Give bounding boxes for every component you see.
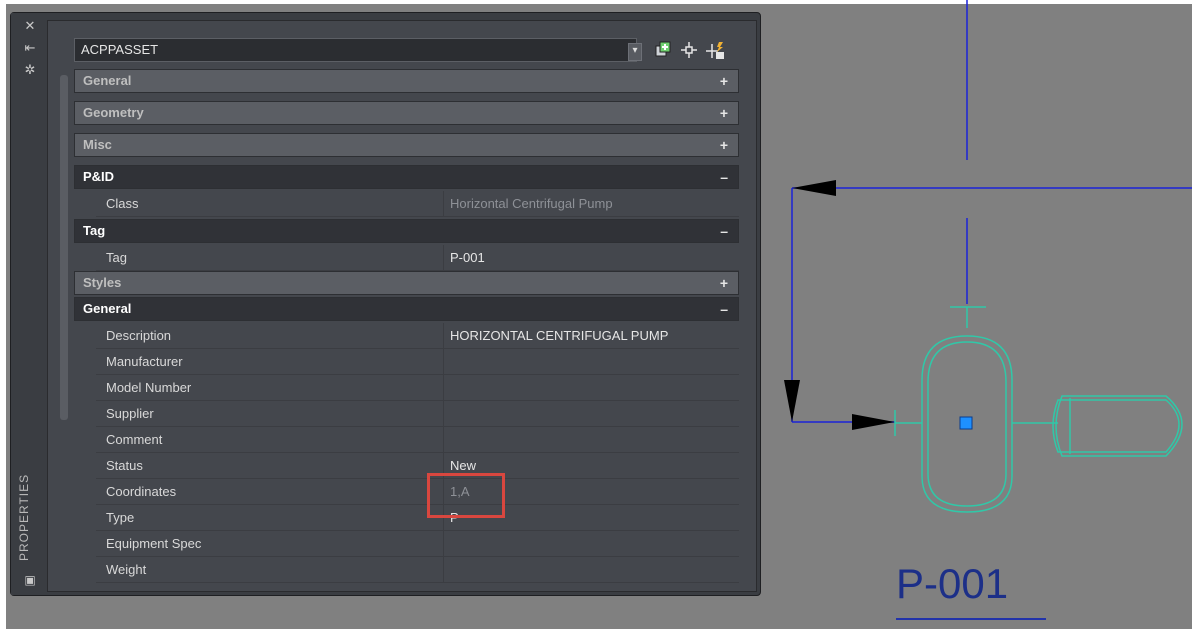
highlight-box (427, 473, 505, 518)
palette-title: PROPERTIES (17, 473, 31, 561)
property-name: Equipment Spec (96, 531, 443, 557)
property-row-weight[interactable]: Weight (74, 557, 739, 583)
property-name: Description (96, 323, 443, 349)
property-name: Model Number (96, 375, 443, 401)
category-label: General (83, 301, 132, 316)
property-row-equipment-spec[interactable]: Equipment Spec (74, 531, 739, 557)
property-value[interactable] (443, 427, 739, 453)
close-icon[interactable]: ✕ (23, 19, 37, 33)
category-label: Misc (83, 137, 112, 152)
flow-arrows (784, 180, 895, 430)
property-row-status[interactable]: Status New (74, 453, 739, 479)
category-label: Tag (83, 223, 106, 238)
category-pid[interactable]: P&ID – (74, 165, 739, 189)
property-name: Status (96, 453, 443, 479)
category-misc[interactable]: Misc + (74, 133, 739, 157)
expand-icon[interactable]: + (720, 70, 728, 92)
expand-icon[interactable]: + (720, 102, 728, 124)
property-name: Weight (96, 557, 443, 583)
category-label: P&ID (83, 169, 115, 184)
expand-icon[interactable]: + (720, 272, 728, 294)
pick-object-icon[interactable] (678, 41, 700, 63)
category-tag[interactable]: Tag – (74, 219, 739, 243)
property-name: Tag (96, 245, 443, 271)
category-general[interactable]: General – (74, 297, 739, 321)
tag-underline (896, 618, 1046, 620)
property-value: Horizontal Centrifugal Pump (443, 191, 739, 217)
properties-content: ACPPASSET ▾ General + Geometry + Misc + P&I… (47, 20, 757, 592)
property-row-class[interactable]: Class Horizontal Centrifugal Pump (74, 191, 739, 217)
drawing-canvas[interactable] (765, 0, 1192, 629)
equipment-tag-label[interactable]: P-001 (896, 560, 1008, 608)
property-value[interactable] (443, 349, 739, 375)
property-row-comment[interactable]: Comment (74, 427, 739, 453)
property-value[interactable] (443, 557, 739, 583)
category-geometry[interactable]: Geometry + (74, 101, 739, 125)
object-type-select[interactable]: ACPPASSET (74, 38, 637, 62)
chevron-down-icon[interactable]: ▾ (628, 43, 642, 61)
category-label: Geometry (83, 105, 144, 120)
properties-icon[interactable]: ▣ (23, 573, 37, 587)
toggle-pickadd-icon[interactable] (704, 41, 726, 63)
property-row-supplier[interactable]: Supplier (74, 401, 739, 427)
pin-icon[interactable]: ⇤ (23, 41, 37, 55)
property-row-type[interactable]: Type P (74, 505, 739, 531)
property-row-coordinates[interactable]: Coordinates 1,A (74, 479, 739, 505)
property-row-model-number[interactable]: Model Number (74, 375, 739, 401)
property-row-tag[interactable]: Tag P-001 (74, 245, 739, 271)
properties-palette: ✕ ⇤ ✲ PROPERTIES ▣ ACPPASSET ▾ General + … (10, 12, 761, 596)
property-row-manufacturer[interactable]: Manufacturer (74, 349, 739, 375)
property-value[interactable]: P-001 (443, 245, 739, 271)
property-name: Class (96, 191, 443, 217)
collapse-icon[interactable]: – (720, 298, 728, 320)
scrollbar[interactable] (60, 75, 68, 420)
category-label: General (83, 73, 132, 88)
expand-icon[interactable]: + (720, 134, 728, 156)
pump-symbol (894, 306, 1183, 513)
category-general-top[interactable]: General + (74, 69, 739, 93)
palette-title-bar: ✕ ⇤ ✲ PROPERTIES ▣ (11, 13, 47, 595)
collapse-icon[interactable]: – (720, 220, 728, 242)
property-row-description[interactable]: Description HORIZONTAL CENTRIFUGAL PUMP (74, 323, 739, 349)
settings-icon[interactable]: ✲ (23, 63, 37, 77)
property-name: Comment (96, 427, 443, 453)
property-value[interactable] (443, 375, 739, 401)
process-lines (791, 0, 1192, 423)
category-label: Styles (83, 275, 122, 290)
property-value[interactable] (443, 401, 739, 427)
property-value[interactable]: HORIZONTAL CENTRIFUGAL PUMP (443, 323, 739, 349)
grip-point (959, 416, 973, 430)
property-value[interactable] (443, 531, 739, 557)
property-name: Manufacturer (96, 349, 443, 375)
property-name: Type (96, 505, 443, 531)
quick-select-icon[interactable] (652, 41, 674, 63)
property-name: Coordinates (96, 479, 443, 505)
property-name: Supplier (96, 401, 443, 427)
collapse-icon[interactable]: – (720, 166, 728, 188)
category-styles[interactable]: Styles + (74, 271, 739, 295)
